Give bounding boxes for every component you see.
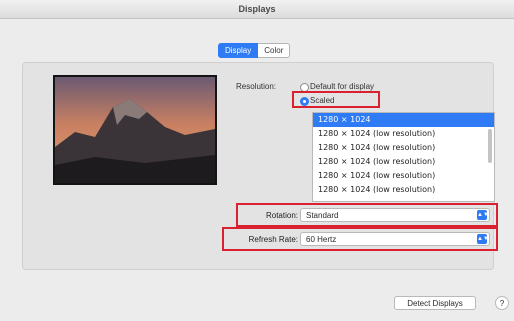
highlight-scaled xyxy=(292,91,380,108)
tab-group: Display Color xyxy=(218,43,291,58)
resolution-list[interactable]: 1280 × 1024 1280 × 1024 (low resolution)… xyxy=(312,112,495,202)
help-button[interactable]: ? xyxy=(495,296,509,310)
detect-displays-button[interactable]: Detect Displays xyxy=(394,296,476,310)
resolution-row[interactable]: 1280 × 1024 (low resolution) xyxy=(313,141,494,155)
highlight-rotation xyxy=(236,203,498,227)
resolution-row[interactable]: 1280 × 1024 (low resolution) xyxy=(313,169,494,183)
tab-color[interactable]: Color xyxy=(258,43,291,58)
tab-display[interactable]: Display xyxy=(218,43,259,58)
resolution-row[interactable]: 1280 × 1024 (low resolution) xyxy=(313,127,494,141)
wallpaper-image xyxy=(55,77,215,183)
title-bar: Displays xyxy=(0,0,514,19)
option-default-label: Default for display xyxy=(310,82,375,91)
window-title: Displays xyxy=(238,4,276,14)
list-scrollbar[interactable] xyxy=(488,129,492,163)
display-preview-image xyxy=(53,75,217,185)
resolution-label: Resolution: xyxy=(236,82,277,91)
resolution-row[interactable]: 1280 × 1024 xyxy=(313,113,494,127)
resolution-row[interactable]: 1280 × 1024 (low resolution) xyxy=(313,155,494,169)
resolution-row[interactable]: 1280 × 1024 (low resolution) xyxy=(313,183,494,197)
highlight-refresh-rate xyxy=(222,227,498,251)
